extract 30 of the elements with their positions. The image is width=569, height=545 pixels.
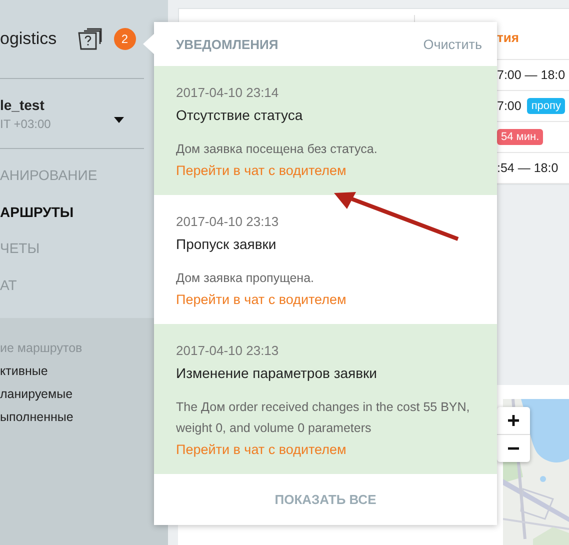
notification-item[interactable]: 2017-04-10 23:14 Отсутствие статуса Дом заявка посещена без статуса. Перейти в чат с водителем — [154, 66, 497, 195]
show-all-link[interactable]: ПОКАЗАТЬ ВСЕ — [274, 492, 376, 507]
notification-title: Отсутствие статуса — [176, 106, 304, 125]
caret-icon[interactable] — [114, 116, 124, 122]
notification-text: The Дом order received changes in the cost 55 BYN, weight 0, and volume 0 parameters — [176, 399, 471, 437]
table-cell: :54 — 18:0 — [497, 161, 558, 175]
status-tag: 54 мин. — [497, 129, 544, 145]
status-tag: пропу — [527, 98, 565, 114]
table-cell: 7:00 — 18:0 — [497, 68, 566, 82]
notification-item[interactable]: 2017-04-10 23:13 Изменение параметров заявки The Дом order received changes in the cost 55 BYN, weight 0, and volume 0 parameters Перейти в чат с водителем — [154, 324, 497, 474]
app-title: ogistics — [0, 29, 57, 49]
notification-item[interactable]: 2017-04-10 23:13 Пропуск заявки Дом заявка пропущена. Перейти в чат с водителем — [154, 195, 497, 324]
chat-link[interactable]: Перейти в чат с водителем — [176, 439, 475, 460]
filter-heading: ие маршрутов — [0, 340, 84, 357]
notification-title: Пропуск заявки — [176, 235, 278, 254]
notification-text: Дом заявка посещена без статуса. — [176, 141, 378, 158]
notification-title: Изменение параметров заявки — [176, 364, 378, 383]
account-name: le_test — [0, 96, 46, 112]
popup-title: УВЕДОМЛЕНИЯ — [176, 36, 278, 52]
notification-count[interactable]: 2 — [114, 28, 136, 50]
chat-link[interactable]: Перейти в чат с водителем — [176, 289, 475, 310]
notification-time: 2017-04-10 23:14 — [176, 84, 280, 102]
notification-text: Дом заявка пропущена. — [176, 270, 316, 287]
help-icon[interactable] — [78, 28, 102, 50]
notification-time: 2017-04-10 23:13 — [176, 213, 280, 231]
chat-link[interactable]: Перейти в чат с водителем — [176, 160, 475, 181]
account-timezone: IT +03:00 — [0, 116, 52, 130]
table-cell: 7:00 — [497, 99, 522, 113]
clear-link[interactable]: Очистить — [423, 36, 482, 52]
notification-time: 2017-04-10 23:13 — [176, 342, 280, 360]
